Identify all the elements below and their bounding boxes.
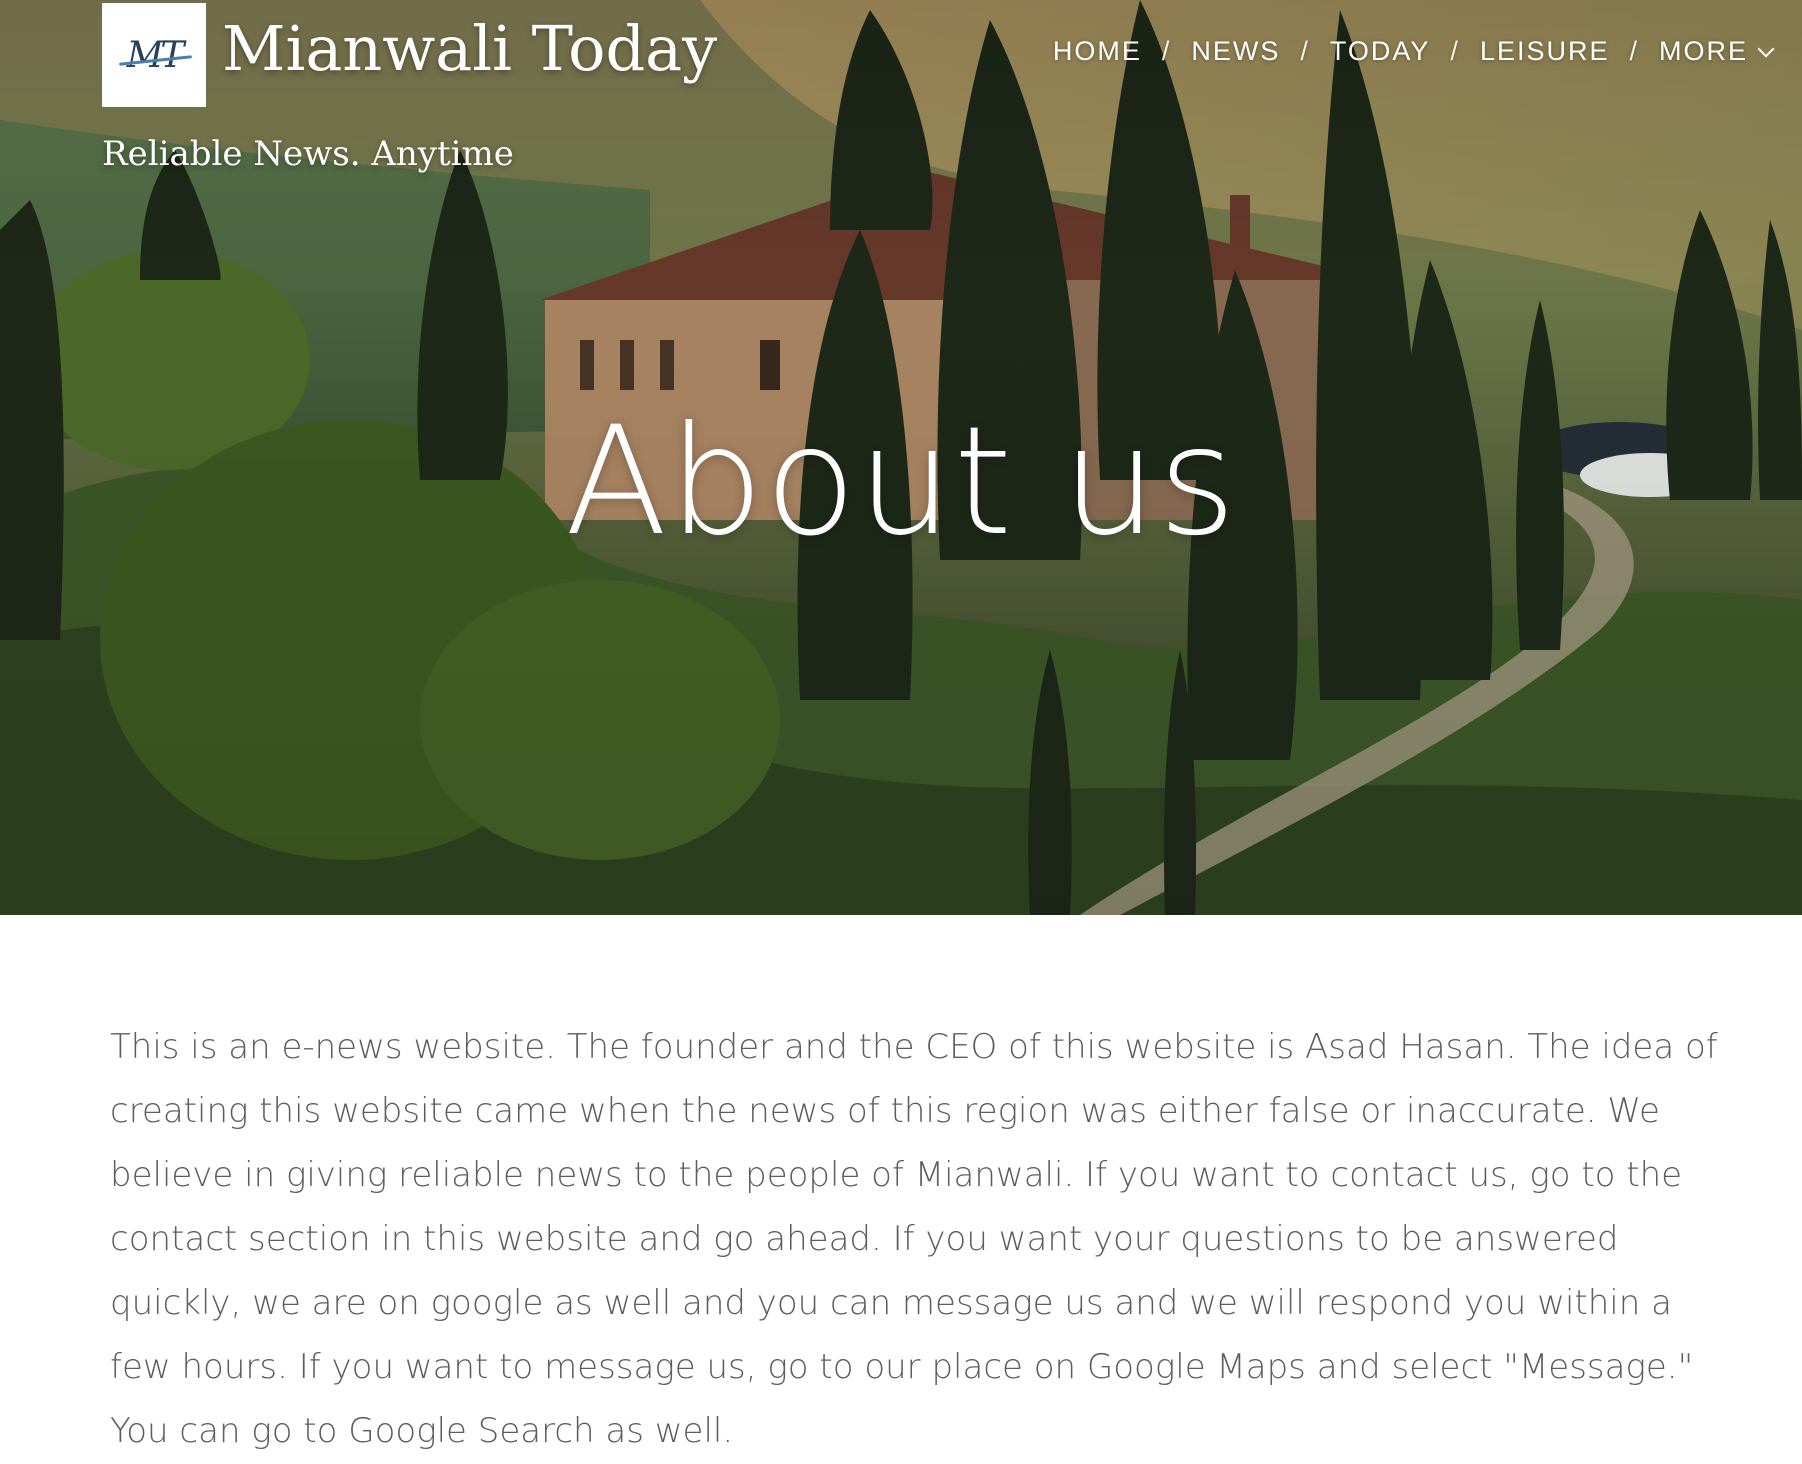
main-navigation: HOME / NEWS / TODAY / LEISURE / MORE — [1053, 36, 1775, 67]
chevron-down-icon — [1757, 40, 1775, 58]
page-title: About us — [564, 395, 1238, 569]
nav-separator: / — [1161, 36, 1172, 66]
nav-separator: / — [1300, 36, 1310, 66]
nav-item-today[interactable]: TODAY — [1330, 36, 1431, 67]
site-logo[interactable]: MT — [102, 3, 206, 107]
about-paragraph: This is an e-news website. The founder a… — [110, 1027, 1718, 1451]
logo-initials: MT — [118, 34, 192, 76]
logo-initials-text: MT — [126, 34, 185, 76]
nav-separator: / — [1450, 36, 1460, 66]
nav-item-news[interactable]: NEWS — [1191, 36, 1280, 67]
nav-separator: / — [1629, 36, 1639, 66]
site-tagline: Reliable News. Anytime — [102, 134, 514, 174]
hero-banner: MT Mianwali Today Reliable News. Anytime… — [0, 0, 1802, 915]
nav-item-more[interactable]: MORE — [1659, 36, 1775, 67]
nav-item-home[interactable]: HOME — [1053, 36, 1142, 67]
page: MT Mianwali Today Reliable News. Anytime… — [0, 0, 1802, 1464]
nav-item-leisure[interactable]: LEISURE — [1480, 36, 1610, 67]
main-content: This is an e-news website. The founder a… — [110, 1015, 1730, 1463]
nav-item-more-label: MORE — [1659, 36, 1748, 66]
site-title[interactable]: Mianwali Today — [222, 12, 717, 86]
